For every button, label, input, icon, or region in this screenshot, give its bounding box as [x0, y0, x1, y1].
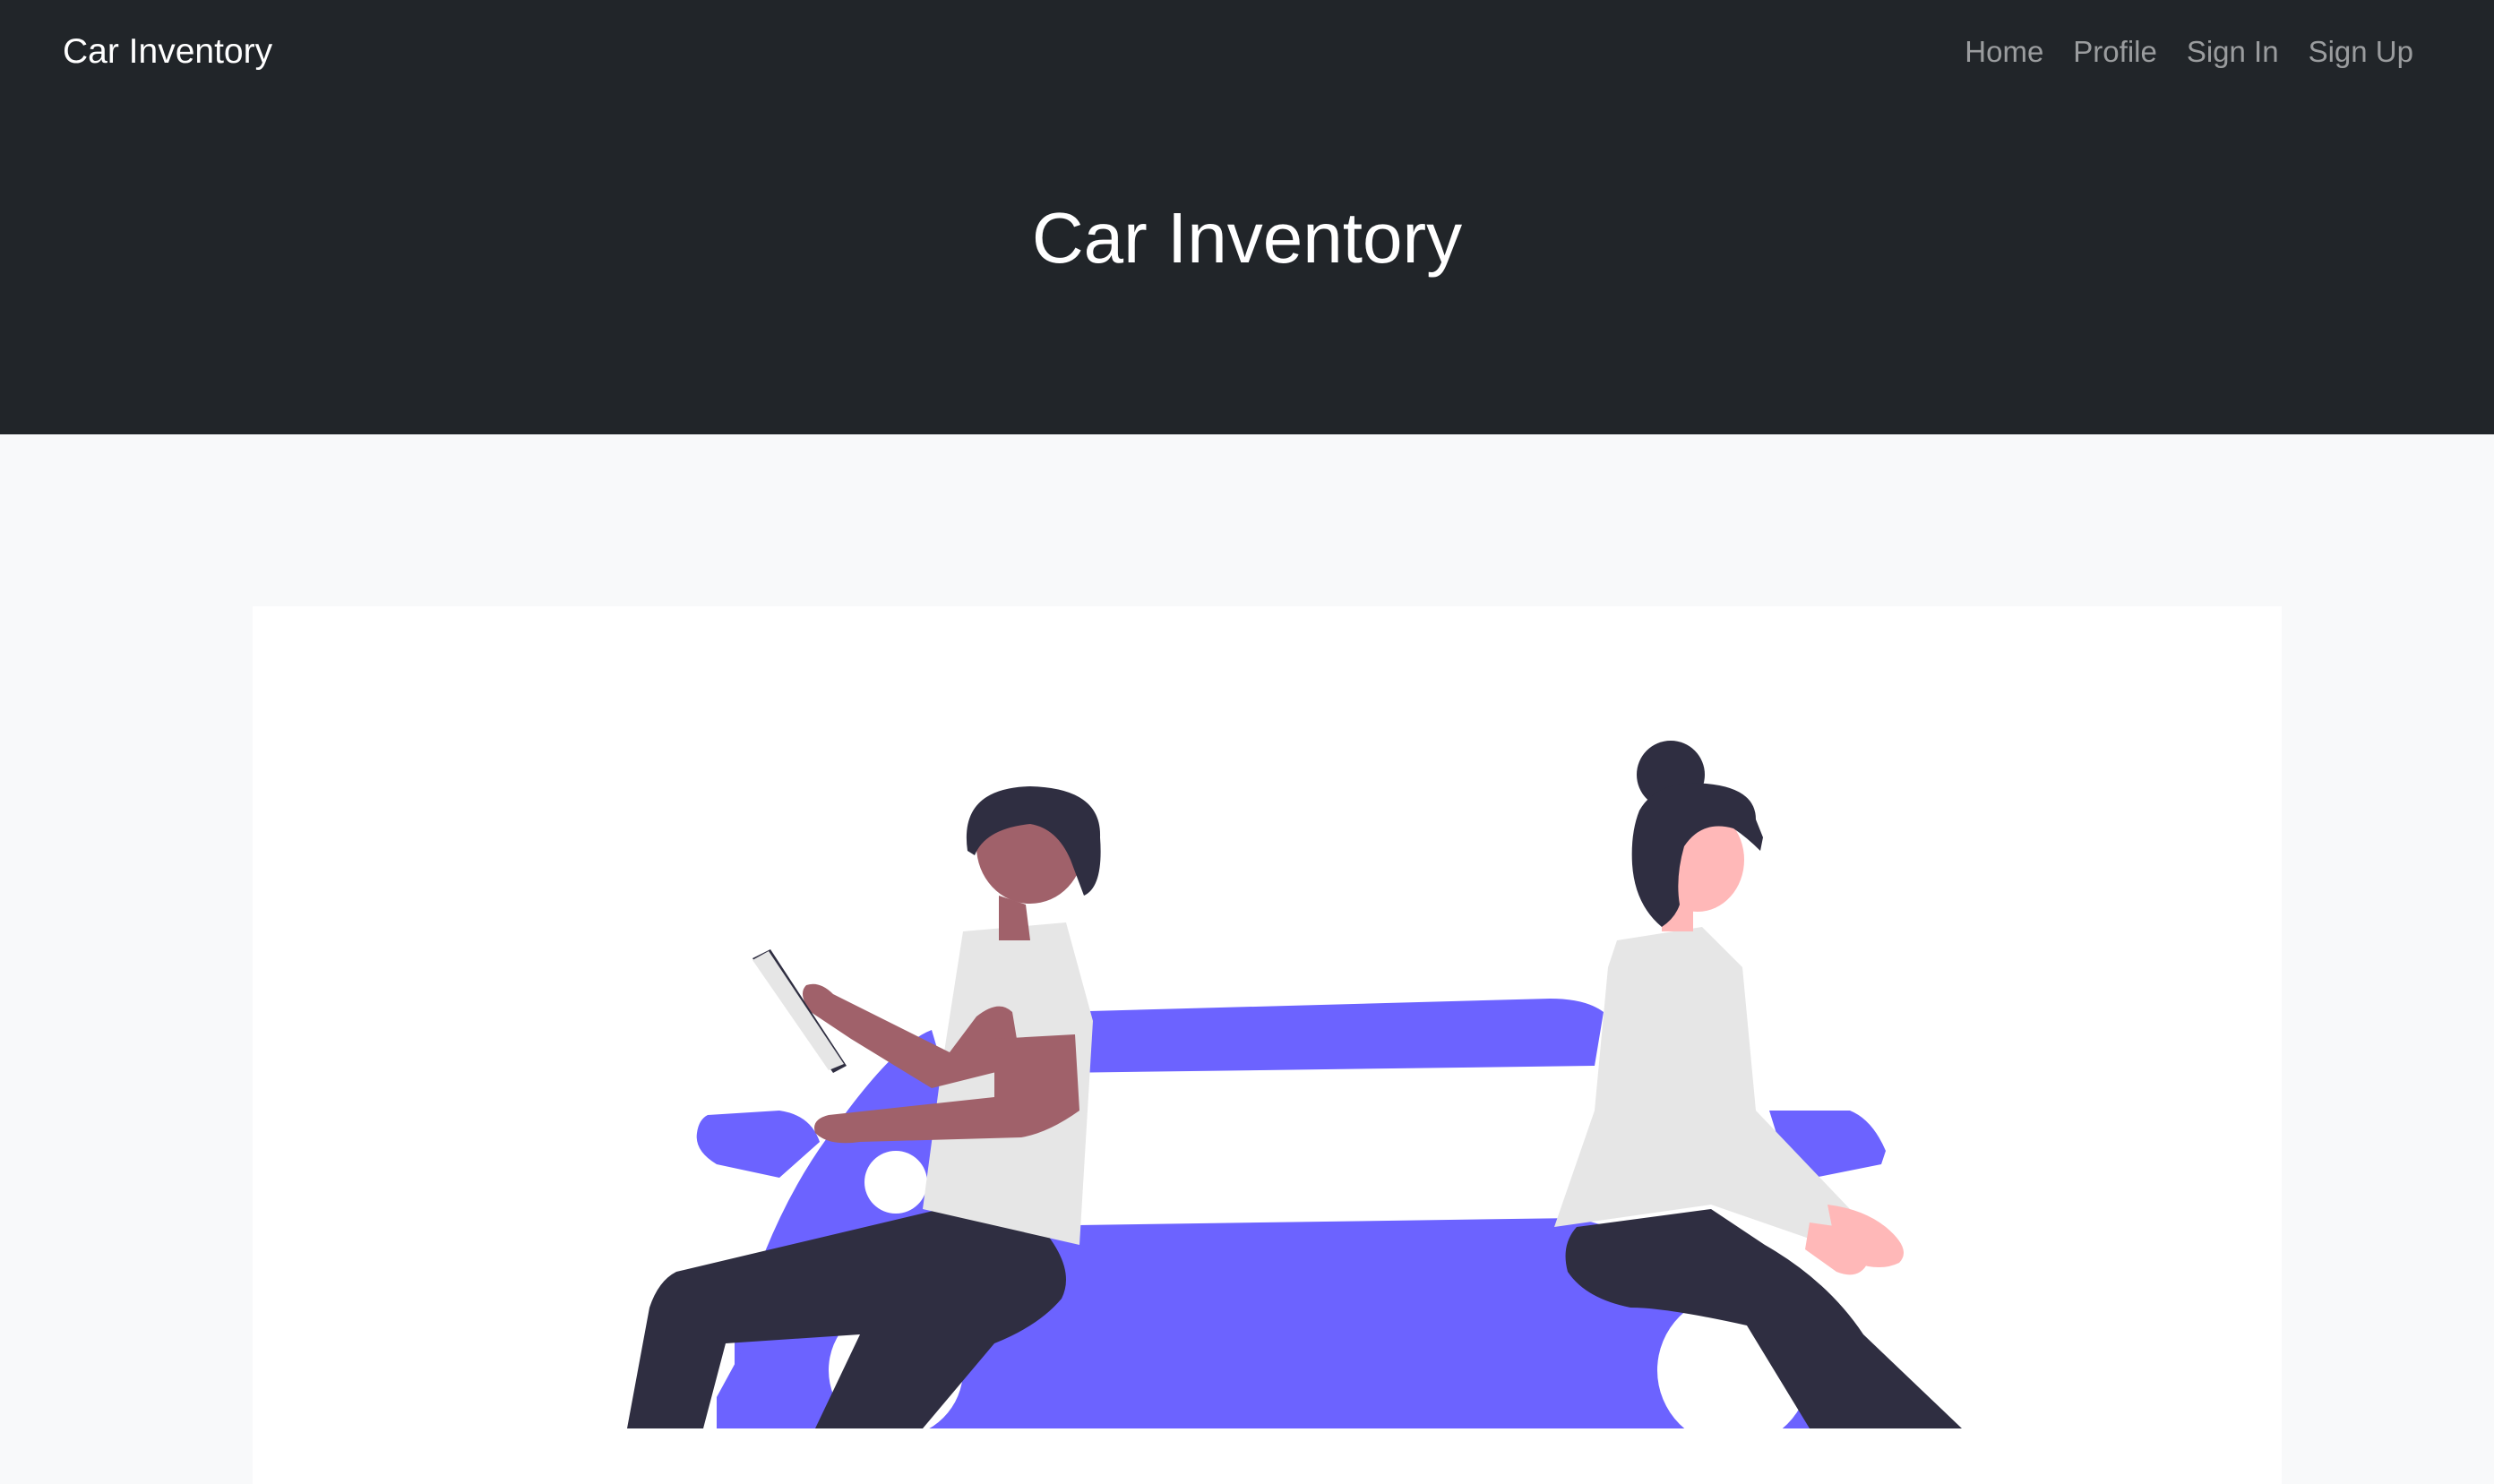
hero-banner: Car Inventory: [0, 104, 2494, 434]
nav-link-sign-up[interactable]: Sign Up: [2309, 27, 2413, 77]
nav-links: Home Profile Sign In Sign Up: [1965, 27, 2413, 77]
people-on-car-illustration: [627, 741, 1962, 1446]
navbar-brand[interactable]: Car Inventory: [63, 27, 272, 77]
nav-link-profile[interactable]: Profile: [2073, 27, 2157, 77]
nav-link-sign-in[interactable]: Sign In: [2187, 27, 2279, 77]
nav-link-home[interactable]: Home: [1965, 27, 2043, 77]
hero-image-card: [253, 606, 2282, 1484]
navbar: Car Inventory Home Profile Sign In Sign …: [0, 0, 2494, 104]
hero-title: Car Inventory: [1031, 198, 1463, 278]
main-content: [0, 434, 2494, 1484]
